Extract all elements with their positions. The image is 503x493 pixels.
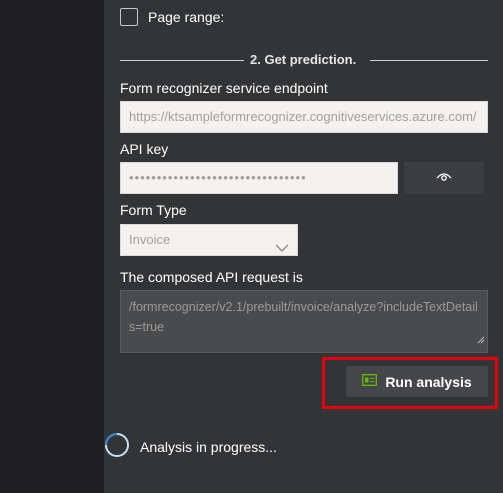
table-icon xyxy=(362,373,378,391)
form-type-label: Form Type xyxy=(120,202,187,218)
left-rail xyxy=(0,0,104,493)
form-type-selected: Invoice xyxy=(129,232,171,247)
endpoint-label: Form recognizer service endpoint xyxy=(120,80,328,96)
resize-grip-icon[interactable] xyxy=(477,330,485,350)
chevron-down-icon xyxy=(275,234,289,264)
page-range-label: Page range: xyxy=(148,9,225,25)
eye-icon xyxy=(436,169,452,187)
section-divider-left xyxy=(120,60,244,61)
prediction-panel: Page range: 2. Get prediction. Form reco… xyxy=(104,0,503,493)
progress-text: Analysis in progress... xyxy=(140,439,277,455)
request-label: The composed API request is xyxy=(120,269,303,285)
api-key-input[interactable]: •••••••••••••••••••••••••••••••• xyxy=(120,162,398,194)
reveal-key-button[interactable] xyxy=(404,162,484,194)
api-key-label: API key xyxy=(120,141,169,157)
request-textarea[interactable]: /formrecognizer/v2.1/prebuilt/invoice/an… xyxy=(120,290,488,353)
request-value: /formrecognizer/v2.1/prebuilt/invoice/an… xyxy=(129,300,478,334)
run-analysis-label: Run analysis xyxy=(385,373,472,390)
endpoint-input[interactable]: https://ktsampleformrecognizer.cognitive… xyxy=(120,101,488,133)
section-divider-right xyxy=(370,60,488,61)
loading-spinner xyxy=(104,432,130,458)
run-analysis-button[interactable]: Run analysis xyxy=(346,366,488,397)
section-title: 2. Get prediction. xyxy=(250,52,357,67)
form-type-select[interactable]: Invoice xyxy=(120,224,298,256)
page-range-checkbox[interactable] xyxy=(120,8,138,26)
